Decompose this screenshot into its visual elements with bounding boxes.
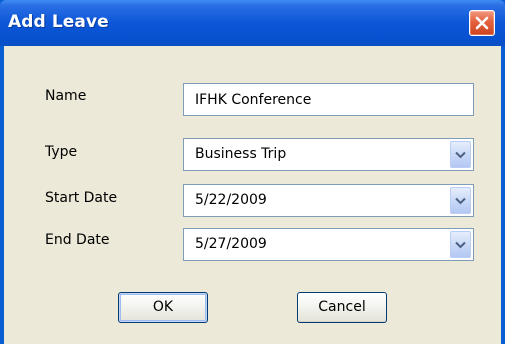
- dialog-body: Name Type Business Trip Start Date 5/22/…: [4, 46, 501, 344]
- type-value: Business Trip: [195, 146, 287, 162]
- start-date-picker[interactable]: 5/22/2009: [183, 184, 474, 217]
- chevron-down-icon: [455, 241, 466, 249]
- title-bar[interactable]: Add Leave: [0, 0, 505, 46]
- type-dropdown-button[interactable]: [450, 141, 471, 168]
- end-date-label: End Date: [45, 232, 110, 248]
- name-input[interactable]: [184, 84, 473, 115]
- end-date-dropdown-button[interactable]: [450, 231, 471, 258]
- chevron-down-icon: [455, 197, 466, 205]
- close-icon: [475, 16, 489, 30]
- name-label: Name: [45, 88, 87, 104]
- end-date-value: 5/27/2009: [195, 236, 267, 252]
- chevron-down-icon: [455, 151, 466, 159]
- type-label: Type: [45, 144, 78, 160]
- type-select[interactable]: Business Trip: [183, 138, 474, 171]
- dialog-title: Add Leave: [8, 12, 109, 32]
- screen: Add Leave Name Type Business Trip: [0, 0, 505, 344]
- start-date-label: Start Date: [45, 190, 118, 206]
- end-date-picker[interactable]: 5/27/2009: [183, 228, 474, 261]
- start-date-dropdown-button[interactable]: [450, 187, 471, 214]
- ok-button[interactable]: OK: [118, 292, 208, 323]
- add-leave-dialog: Add Leave Name Type Business Trip: [0, 0, 505, 344]
- start-date-value: 5/22/2009: [195, 192, 267, 208]
- close-button[interactable]: [469, 10, 495, 36]
- cancel-button[interactable]: Cancel: [297, 292, 387, 323]
- name-field[interactable]: [183, 83, 474, 116]
